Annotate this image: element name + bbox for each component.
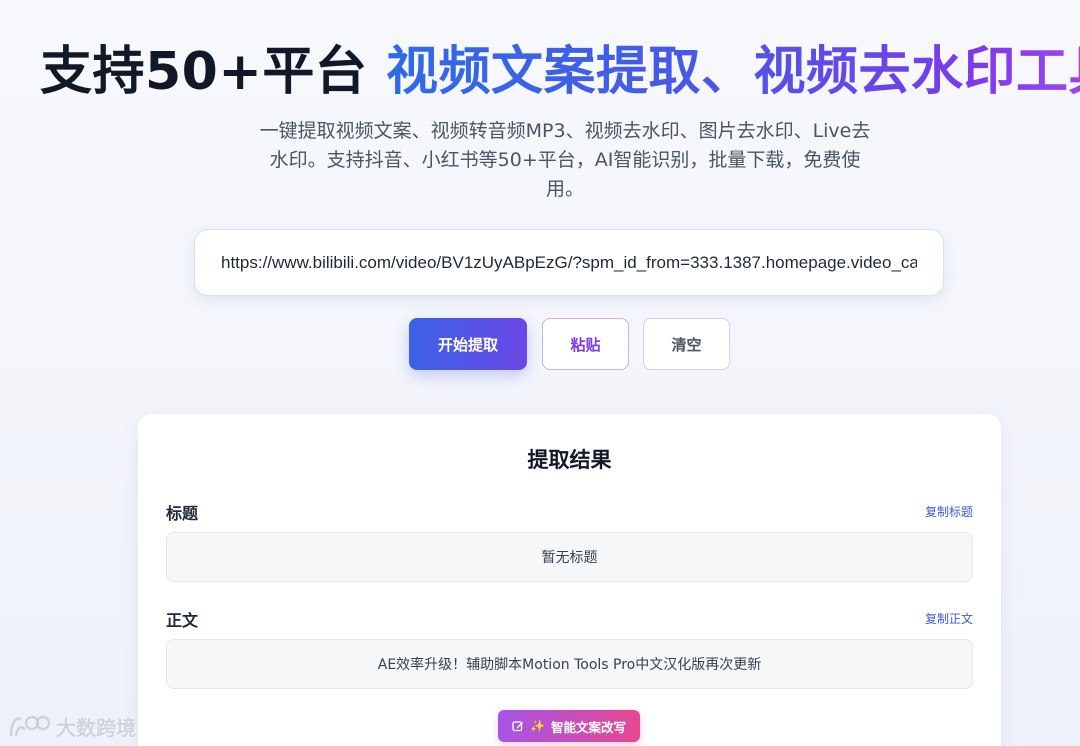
result-card: 提取结果 标题 复制标题 暂无标题 正文 复制正文 AE效率升级！辅助脚本Mot… [138,414,1001,746]
smart-rewrite-label: 智能文案改写 [550,719,626,735]
hero-subtitle: 一键提取视频文案、视频转音频MP3、视频去水印、图片去水印、Live去水印。支持… [259,120,871,200]
body-value-box: AE效率升级！辅助脚本Motion Tools Pro中文汉化版再次更新 [166,639,973,689]
watermark: 大数跨境 [8,710,136,742]
hero-title-prefix: 支持50+平台 [40,42,387,102]
watermark-text: 大数跨境 [56,715,136,740]
url-input[interactable] [221,252,917,273]
url-input-container [194,229,944,296]
hero-title: 支持50+平台 视频文案提取、视频去水印工具 [40,38,1080,106]
result-heading: 提取结果 [527,448,612,472]
title-value-box: 暂无标题 [166,532,973,582]
start-extract-button[interactable]: 开始提取 [409,318,527,370]
copy-title-link[interactable]: 复制标题 [925,503,973,520]
paste-button[interactable]: 粘贴 [542,318,629,370]
watermark-logo-icon [8,713,51,739]
hero-title-highlight: 视频文案提取、视频去水印工具 [386,42,1080,102]
sparkle-icon: ✨ [530,719,545,733]
page: 支持50+平台 视频文案提取、视频去水印工具 一键提取视频文案、视频转音频MP3… [0,0,1080,746]
edit-icon [512,720,524,732]
copy-body-link[interactable]: 复制正文 [925,610,973,627]
clear-button[interactable]: 清空 [643,318,730,370]
smart-rewrite-button[interactable]: ✨ 智能文案改写 [498,710,640,742]
title-label: 标题 [166,504,199,523]
body-label: 正文 [166,611,199,630]
